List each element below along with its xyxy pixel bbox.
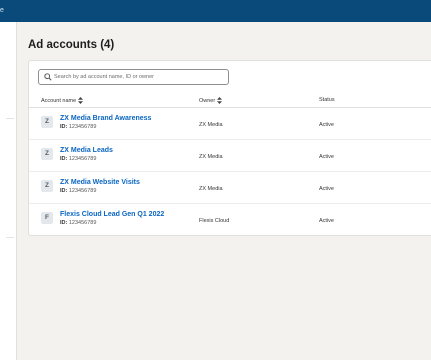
left-sidebar	[0, 22, 17, 360]
account-name-link[interactable]: ZX Media Website Visits	[60, 179, 140, 186]
search-icon	[44, 73, 52, 81]
sidebar-divider	[6, 118, 14, 119]
page-title: Ad accounts (4)	[28, 39, 115, 51]
column-header-label: Status	[319, 97, 335, 103]
table-row[interactable]: Z ZX Media Leads ID: 123456789 ZX Media …	[29, 140, 431, 172]
account-id-label: ID:	[60, 156, 68, 162]
search-input[interactable]	[54, 70, 224, 84]
column-header-label: Owner	[199, 97, 216, 104]
account-id: ID: 123456789	[60, 124, 96, 130]
ad-accounts-card: Account name Owner Status Z ZX Media Bra…	[28, 60, 431, 236]
column-header-label: Account name	[41, 97, 77, 104]
account-id-label: ID:	[60, 188, 68, 194]
account-avatar: Z	[41, 148, 53, 160]
column-header-status: Status	[319, 97, 335, 103]
account-id: ID: 123456789	[60, 156, 96, 162]
account-owner: ZX Media	[199, 154, 223, 160]
nav-corner-text[interactable]: e	[0, 7, 4, 14]
global-nav-bar: e	[0, 0, 431, 22]
account-id: ID: 123456789	[60, 220, 96, 226]
account-name-link[interactable]: ZX Media Leads	[60, 147, 113, 154]
account-owner: ZX Media	[199, 186, 223, 192]
sort-icon[interactable]	[78, 97, 84, 104]
account-name-link[interactable]: Flexis Cloud Lead Gen Q1 2022	[60, 211, 164, 218]
account-id-value: 123456789	[68, 188, 97, 194]
table-row[interactable]: Z ZX Media Brand Awareness ID: 123456789…	[29, 108, 431, 140]
sidebar-divider	[6, 237, 14, 238]
account-id-label: ID:	[60, 124, 68, 130]
account-avatar: F	[41, 212, 53, 224]
account-status: Active	[319, 218, 334, 224]
account-id-label: ID:	[60, 220, 68, 226]
search-box[interactable]	[38, 69, 229, 85]
account-id-value: 123456789	[68, 220, 97, 226]
column-header-owner[interactable]: Owner	[199, 97, 223, 104]
account-owner: ZX Media	[199, 122, 223, 128]
sort-icon[interactable]	[217, 97, 223, 104]
account-status: Active	[319, 154, 334, 160]
account-avatar: Z	[41, 116, 53, 128]
account-name-link[interactable]: ZX Media Brand Awareness	[60, 115, 151, 122]
account-id-value: 123456789	[68, 156, 97, 162]
account-id: ID: 123456789	[60, 188, 96, 194]
column-header-account-name[interactable]: Account name	[41, 97, 84, 104]
account-owner: Flexis Cloud	[199, 218, 230, 224]
account-id-value: 123456789	[68, 124, 97, 130]
account-avatar: Z	[41, 180, 53, 192]
account-status: Active	[319, 122, 334, 128]
table-header: Account name Owner Status	[29, 94, 431, 108]
table-row[interactable]: Z ZX Media Website Visits ID: 123456789 …	[29, 172, 431, 204]
table-row[interactable]: F Flexis Cloud Lead Gen Q1 2022 ID: 1234…	[29, 204, 431, 235]
account-status: Active	[319, 186, 334, 192]
